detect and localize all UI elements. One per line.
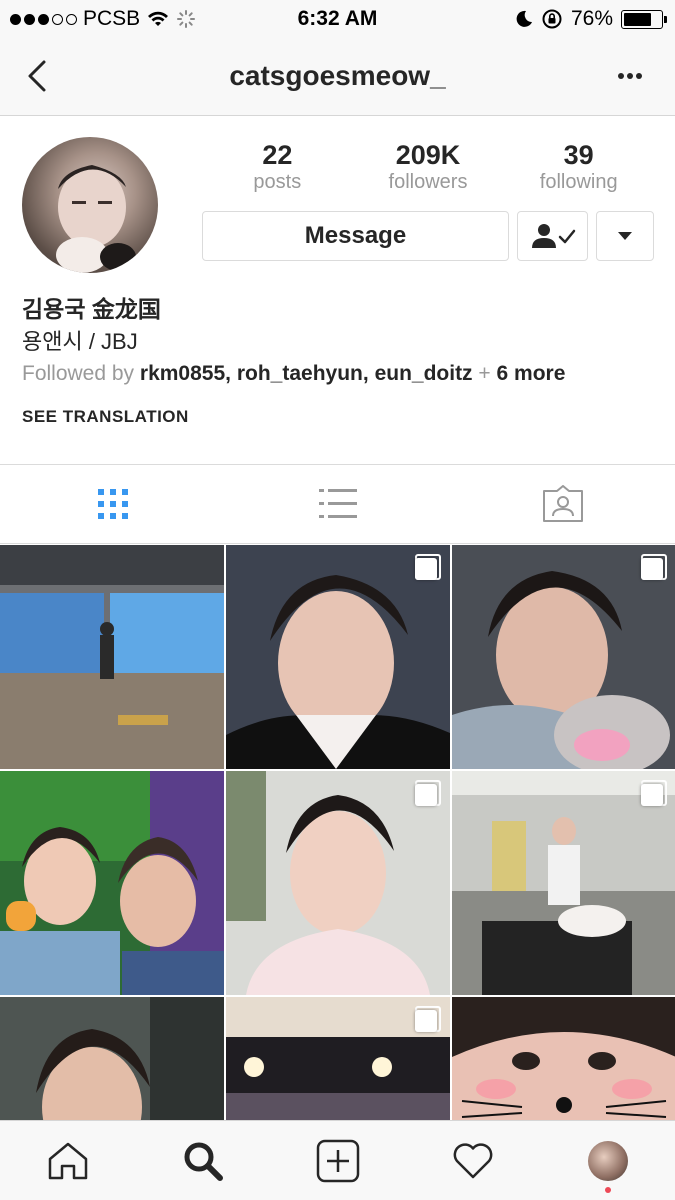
status-right: 76% bbox=[515, 7, 667, 31]
caret-down-icon bbox=[618, 232, 632, 240]
posts-count: 22 bbox=[262, 140, 293, 170]
followed-by-line[interactable]: Followed by rkm0855, roh_taehyun, eun_do… bbox=[22, 362, 565, 386]
home-icon bbox=[48, 1142, 87, 1179]
grid-icon bbox=[97, 489, 128, 519]
profile-avatar[interactable] bbox=[22, 137, 158, 273]
multiple-photos-icon bbox=[641, 780, 667, 806]
post-thumbnail[interactable] bbox=[452, 545, 675, 769]
bottom-tab-bar bbox=[0, 1120, 675, 1200]
multiple-photos-icon bbox=[641, 554, 667, 580]
tab-profile[interactable] bbox=[540, 1121, 675, 1200]
battery-icon bbox=[621, 9, 667, 29]
multiple-photos-icon bbox=[415, 554, 441, 580]
heart-icon bbox=[453, 1142, 492, 1178]
followed-by-prefix: Followed by bbox=[22, 362, 135, 385]
profile-tab-avatar bbox=[587, 1140, 628, 1181]
post-thumbnail[interactable] bbox=[452, 771, 675, 995]
following-button[interactable] bbox=[517, 211, 588, 261]
avatar-photo bbox=[56, 165, 136, 273]
followed-by-user[interactable]: eun_doitz bbox=[375, 362, 473, 385]
status-bar: PCSB 6:32 AM 76% bbox=[0, 0, 675, 38]
post-thumbnail[interactable] bbox=[226, 997, 450, 1120]
profile-full-name: 김용국 金龙国 bbox=[22, 296, 161, 322]
post-photo bbox=[0, 997, 224, 1120]
followed-by-user[interactable]: rkm0855 bbox=[140, 362, 225, 385]
tab-grid-view[interactable] bbox=[0, 465, 225, 543]
post-grid bbox=[0, 545, 675, 1120]
followers-stat[interactable]: 209K followers bbox=[353, 140, 504, 194]
multiple-photos-icon bbox=[415, 1006, 441, 1032]
tab-home[interactable] bbox=[0, 1121, 135, 1200]
post-thumbnail[interactable] bbox=[0, 545, 224, 769]
posts-label: posts bbox=[253, 171, 302, 193]
person-check-icon bbox=[531, 224, 575, 248]
followers-label: followers bbox=[388, 171, 468, 193]
message-button[interactable]: Message bbox=[202, 211, 509, 261]
profile-bio: 용앤시 / JBJ bbox=[22, 329, 138, 354]
tagged-icon bbox=[542, 485, 583, 522]
rotation-lock-icon bbox=[542, 9, 562, 29]
tab-new-post[interactable] bbox=[270, 1121, 405, 1200]
followed-by-more: + 6 more bbox=[478, 362, 566, 385]
tab-search[interactable] bbox=[135, 1121, 270, 1200]
moon-icon bbox=[516, 10, 532, 27]
following-count: 39 bbox=[563, 140, 594, 170]
post-thumbnail[interactable] bbox=[0, 997, 224, 1120]
add-post-icon bbox=[316, 1139, 359, 1182]
followed-by-more-count[interactable]: + 6 more bbox=[478, 362, 565, 385]
search-icon bbox=[184, 1142, 223, 1181]
profile-username-title: catsgoesmeow_ bbox=[229, 60, 446, 91]
more-horizontal-icon bbox=[618, 73, 642, 79]
post-photo bbox=[0, 545, 224, 769]
tab-activity[interactable] bbox=[405, 1121, 540, 1200]
battery-percent: 76% bbox=[570, 7, 613, 30]
following-label: following bbox=[539, 171, 618, 193]
suggested-dropdown-button[interactable] bbox=[596, 211, 654, 261]
tab-list-view[interactable] bbox=[225, 465, 450, 543]
post-thumbnail[interactable] bbox=[0, 771, 224, 995]
multiple-photos-icon bbox=[415, 780, 441, 806]
profile-nav-bar: catsgoesmeow_ bbox=[0, 38, 675, 116]
post-photo bbox=[452, 997, 675, 1120]
posts-stat: 22 posts bbox=[202, 140, 353, 194]
followed-by-user[interactable]: roh_taehyun bbox=[237, 362, 363, 385]
post-thumbnail[interactable] bbox=[452, 997, 675, 1120]
profile-view-tabs bbox=[0, 464, 675, 544]
tab-tagged[interactable] bbox=[450, 465, 675, 543]
followers-count: 209K bbox=[395, 140, 461, 170]
list-icon bbox=[318, 489, 357, 518]
more-options-button[interactable] bbox=[613, 66, 653, 86]
following-stat[interactable]: 39 following bbox=[503, 140, 654, 194]
post-thumbnail[interactable] bbox=[226, 545, 450, 769]
see-translation-link[interactable]: SEE TRANSLATION bbox=[22, 407, 189, 427]
post-thumbnail[interactable] bbox=[226, 771, 450, 995]
notification-dot bbox=[604, 1187, 611, 1193]
post-photo bbox=[0, 771, 224, 995]
profile-stats: 22 posts 209K followers 39 following bbox=[202, 140, 654, 194]
